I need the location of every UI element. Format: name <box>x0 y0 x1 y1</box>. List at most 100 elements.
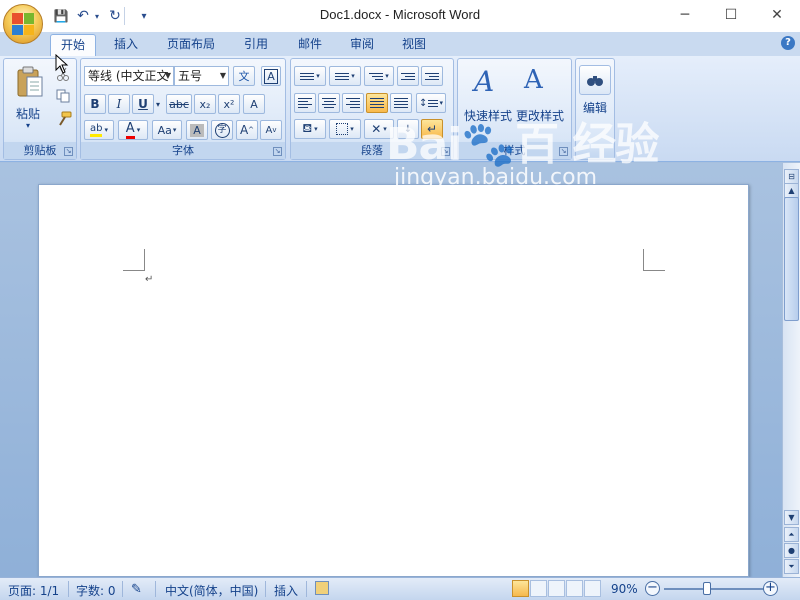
highlight-button[interactable]: ab ▾ <box>84 120 114 140</box>
shading-button[interactable]: ⛾ ▾ <box>294 119 326 139</box>
close-button[interactable]: ✕ <box>754 0 800 30</box>
zoom-out-button[interactable]: − <box>645 581 660 596</box>
copy-icon[interactable] <box>56 89 70 103</box>
underline-button[interactable]: U <box>132 94 154 114</box>
font-color-icon: A <box>125 121 135 139</box>
browse-object-icon[interactable]: ● <box>784 543 799 558</box>
align-left-button[interactable] <box>294 93 316 113</box>
binoculars-icon <box>587 76 603 86</box>
insert-mode-indicator[interactable]: 插入 <box>274 582 298 599</box>
status-bar: 页面: 1/1 字数: 0 ✎ 中文(简体，中国) 插入 90% − + <box>0 577 800 600</box>
scroll-up-icon[interactable]: ▲ <box>784 183 799 198</box>
document-page[interactable]: ↵ <box>38 184 749 577</box>
asian-layout-icon: ✕ <box>371 122 382 136</box>
web-layout-view-icon[interactable] <box>548 580 565 597</box>
italic-button[interactable]: I <box>108 94 130 114</box>
format-painter-icon[interactable] <box>56 111 72 127</box>
phonetic-guide-icon: 文 <box>238 70 250 83</box>
align-center-button[interactable] <box>318 93 340 113</box>
chevron-down-icon: ▼ <box>219 71 226 80</box>
distributed-icon <box>394 98 408 108</box>
paste-button[interactable]: 粘贴 ▾ <box>12 63 48 133</box>
vertical-scrollbar[interactable]: ⊟ ▲ ▼ ⏶ ● ⏷ <box>782 163 800 577</box>
minimize-button[interactable]: ─ <box>662 0 708 30</box>
borders-button[interactable]: ▾ <box>329 119 361 139</box>
document-area: ↵ <box>0 163 782 577</box>
title-bar: 💾 ↶ ▾ ↻ ▾ Doc1.docx - Microsoft Word ─ ☐… <box>0 0 800 44</box>
clear-formatting-button[interactable]: A <box>243 94 265 114</box>
underline-dropdown-icon[interactable]: ▾ <box>153 94 163 114</box>
full-screen-reading-view-icon[interactable] <box>530 580 547 597</box>
tab-review[interactable]: 审阅 <box>340 34 384 56</box>
increase-indent-button[interactable] <box>421 66 443 86</box>
ruler-toggle-icon[interactable]: ⊟ <box>784 169 799 184</box>
zoom-in-button[interactable]: + <box>763 581 778 596</box>
superscript-button[interactable]: x² <box>218 94 240 114</box>
scroll-down-icon[interactable]: ▼ <box>784 510 799 525</box>
tab-page-layout[interactable]: 页面布局 <box>158 34 224 56</box>
grow-font-button[interactable]: A ^ <box>236 120 258 140</box>
zoom-level[interactable]: 90% <box>611 582 638 596</box>
draft-view-icon[interactable] <box>584 580 601 597</box>
help-icon[interactable]: ? <box>781 36 795 50</box>
align-right-icon <box>346 98 360 108</box>
font-launcher-icon[interactable]: ↘ <box>273 147 282 156</box>
office-button[interactable] <box>3 4 43 44</box>
char-border-button[interactable]: A <box>261 66 281 86</box>
font-group-label: 字体 <box>81 142 285 159</box>
zoom-slider-track[interactable] <box>664 588 764 590</box>
align-right-button[interactable] <box>342 93 364 113</box>
justify-button[interactable] <box>366 93 388 113</box>
chevron-down-icon: ▾ <box>136 126 141 134</box>
word-count[interactable]: 字数: 0 <box>76 582 116 599</box>
char-shading-button[interactable]: A <box>186 120 208 140</box>
bold-button[interactable]: B <box>84 94 106 114</box>
decrease-indent-icon <box>401 72 415 80</box>
status-separator <box>68 581 69 597</box>
print-layout-view-icon[interactable] <box>512 580 529 597</box>
paste-label: 粘贴 <box>16 107 41 121</box>
tab-references[interactable]: 引用 <box>234 34 278 56</box>
page-count[interactable]: 页面: 1/1 <box>8 582 59 599</box>
tab-insert[interactable]: 插入 <box>104 34 148 56</box>
clipboard-launcher-icon[interactable]: ↘ <box>64 147 73 156</box>
clear-formatting-icon: A <box>250 97 258 111</box>
enclose-char-button[interactable]: 字 <box>211 120 233 140</box>
editing-button[interactable] <box>579 65 611 95</box>
chevron-down-icon: ▾ <box>172 126 177 134</box>
bullets-button[interactable]: ▾ <box>294 66 326 86</box>
subscript-button[interactable]: x₂ <box>194 94 216 114</box>
phonetic-guide-button[interactable]: 文 <box>233 66 255 86</box>
shrink-font-button[interactable]: Av <box>260 120 282 140</box>
paste-dropdown-icon: ▾ <box>26 121 31 130</box>
paste-icon <box>17 66 43 97</box>
font-size-value: 五号 <box>178 69 203 83</box>
change-case-button[interactable]: Aa ▾ <box>152 120 182 140</box>
char-border-icon: A <box>264 68 278 84</box>
font-group: 等线 (中文正文 ▼ 五号 ▼ 文 A B I U ▾ abc x₂ x² A … <box>80 58 286 160</box>
tab-home[interactable]: 开始 <box>50 34 96 56</box>
bullets-icon <box>300 72 315 80</box>
tab-view[interactable]: 视图 <box>392 34 436 56</box>
highlight-icon: ab <box>90 123 103 137</box>
macro-record-icon[interactable] <box>315 581 329 595</box>
previous-page-icon[interactable]: ⏶ <box>784 527 799 542</box>
maximize-button[interactable]: ☐ <box>708 0 754 30</box>
outline-view-icon[interactable] <box>566 580 583 597</box>
strikethrough-button[interactable]: abc <box>166 94 192 114</box>
scrollbar-thumb[interactable] <box>784 197 799 321</box>
numbering-icon <box>335 72 350 80</box>
numbering-button[interactable]: ▾ <box>329 66 361 86</box>
font-name-dropdown[interactable]: 等线 (中文正文 ▼ <box>84 66 174 86</box>
proofing-icon[interactable]: ✎ <box>131 582 142 597</box>
zoom-slider-thumb[interactable] <box>703 582 711 595</box>
font-size-dropdown[interactable]: 五号 ▼ <box>174 66 229 86</box>
borders-icon <box>336 123 349 135</box>
font-color-button[interactable]: A ▾ <box>118 120 148 140</box>
language-indicator[interactable]: 中文(简体，中国) <box>165 582 258 599</box>
next-page-icon[interactable]: ⏷ <box>784 559 799 574</box>
decrease-indent-button[interactable] <box>397 66 419 86</box>
tab-mailings[interactable]: 邮件 <box>288 34 332 56</box>
chevron-down-icon: ▾ <box>385 72 389 80</box>
multilevel-list-button[interactable]: ▾ <box>364 66 394 86</box>
